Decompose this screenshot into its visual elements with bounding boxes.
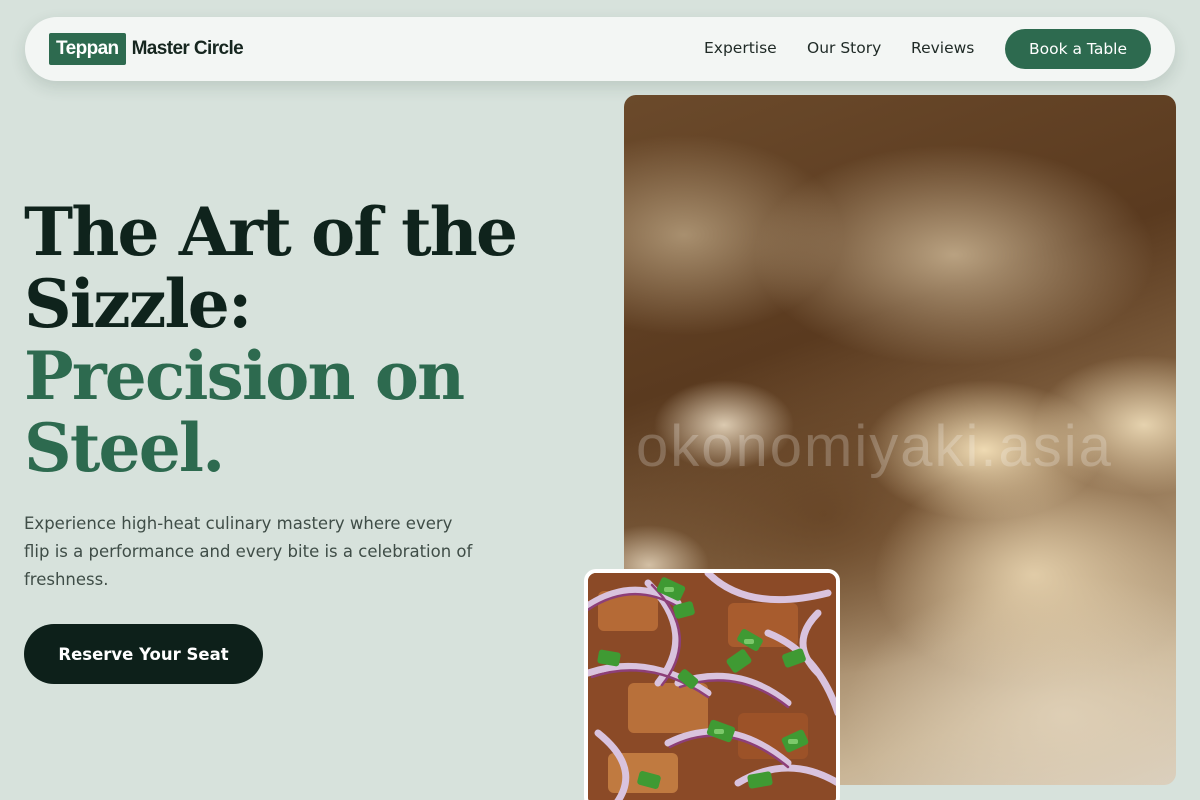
hero-title-accent-line-2: Steel. bbox=[24, 409, 225, 487]
hero-title-line-1: The Art of the bbox=[24, 193, 518, 271]
top-navbar: Teppan Master Circle Expertise Our Story… bbox=[25, 17, 1175, 81]
nav-link-our-story[interactable]: Our Story bbox=[807, 39, 881, 57]
nav-link-reviews[interactable]: Reviews bbox=[911, 39, 974, 57]
hero-title: The Art of the Sizzle: Precision on Stee… bbox=[24, 196, 584, 484]
hero-description: Experience high-heat culinary mastery wh… bbox=[24, 514, 473, 589]
brand-logo[interactable]: Teppan Master Circle bbox=[49, 33, 244, 65]
hero-title-accent-line-1: Precision on bbox=[24, 337, 465, 415]
nav-link-expertise[interactable]: Expertise bbox=[704, 39, 777, 57]
brand-name: Master Circle bbox=[131, 38, 244, 59]
reserve-seat-button[interactable]: Reserve Your Seat bbox=[24, 624, 263, 684]
brand-badge: Teppan bbox=[49, 33, 126, 65]
book-table-button[interactable]: Book a Table bbox=[1005, 29, 1151, 69]
okonomiyaki-illustration bbox=[588, 573, 836, 800]
photo-watermark: okonomiyaki.asia bbox=[636, 414, 1113, 479]
hero-title-line-2: Sizzle: bbox=[24, 265, 252, 343]
okonomiyaki-topping-photo bbox=[584, 569, 840, 800]
